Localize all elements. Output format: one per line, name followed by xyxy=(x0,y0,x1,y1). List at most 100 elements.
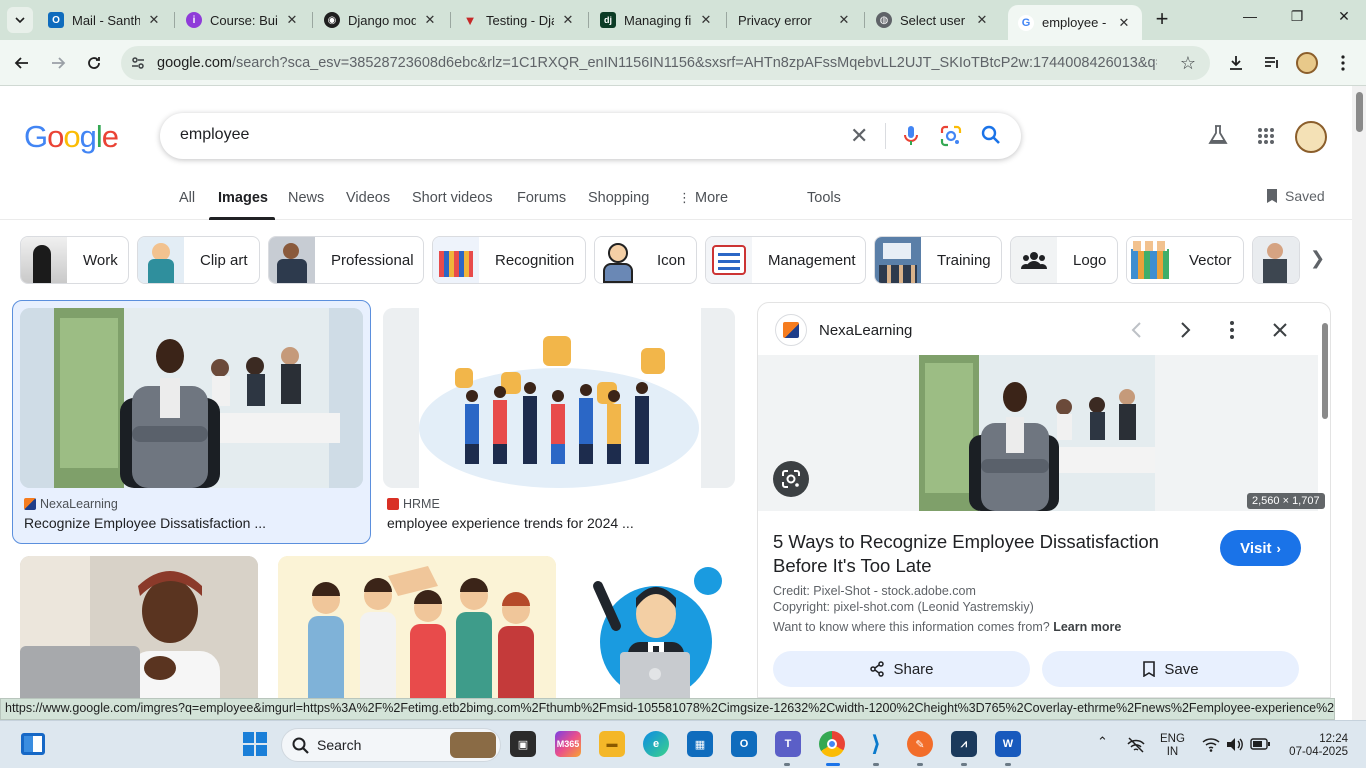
result-title[interactable]: Recognize Employee Dissatisfaction ... xyxy=(24,515,266,531)
visit-button[interactable]: Visit › xyxy=(1220,530,1301,566)
bookmark-star-icon[interactable]: ☆ xyxy=(1180,53,1196,74)
tab-tools[interactable]: Tools xyxy=(807,190,841,206)
tab-course[interactable]: i Course: Build ✕ xyxy=(176,6,310,34)
chip-professional[interactable]: Professional xyxy=(268,236,424,284)
chevron-right-icon[interactable]: ❯ xyxy=(1310,248,1325,269)
result-title[interactable]: employee experience trends for 2024 ... xyxy=(387,515,634,531)
more-options-icon[interactable] xyxy=(1230,321,1234,339)
search-inside-image-button[interactable] xyxy=(773,461,809,497)
panel-source-name[interactable]: NexaLearning xyxy=(819,322,912,339)
profile-avatar[interactable] xyxy=(1293,49,1321,77)
tab-mail[interactable]: O Mail - Santh ✕ xyxy=(38,6,172,34)
battery-icon[interactable] xyxy=(1250,738,1270,750)
search-input[interactable]: employee xyxy=(180,126,249,144)
store-app[interactable]: ▦ xyxy=(687,731,713,757)
result-image[interactable] xyxy=(383,308,735,488)
media-control-button[interactable] xyxy=(1258,49,1286,77)
tab-django-models[interactable]: ◉ Django mod ✕ xyxy=(314,6,448,34)
address-bar[interactable]: google.com/search?sca_esv=38528723608d6e… xyxy=(121,46,1210,80)
clock[interactable]: 12:24 07-04-2025 xyxy=(1284,733,1348,759)
tab-images[interactable]: Images xyxy=(218,190,268,206)
result-image[interactable] xyxy=(20,308,363,488)
tab-select-user[interactable]: ◍ Select user t ✕ xyxy=(866,6,1000,34)
tab-videos[interactable]: Videos xyxy=(346,190,390,206)
saved-link[interactable]: Saved xyxy=(1265,188,1325,204)
chevron-right-icon[interactable] xyxy=(1178,321,1192,339)
close-icon[interactable]: ✕ xyxy=(1116,15,1132,31)
postman-app[interactable]: ✎ xyxy=(907,731,933,757)
chip-clip-art[interactable]: Clip art xyxy=(137,236,260,284)
tray-overflow-icon[interactable]: ⌃ xyxy=(1097,735,1108,748)
share-button[interactable]: Share xyxy=(773,651,1030,687)
back-button[interactable] xyxy=(8,49,36,77)
labs-flask-icon[interactable] xyxy=(1208,124,1228,146)
close-icon[interactable] xyxy=(1272,322,1288,338)
chip-work[interactable]: Work xyxy=(20,236,129,284)
taskbar-search[interactable]: Search xyxy=(281,728,501,762)
wifi-icon[interactable] xyxy=(1202,737,1220,752)
network-off-icon[interactable] xyxy=(1126,736,1146,754)
learn-more-link[interactable]: Learn more xyxy=(1053,620,1121,634)
tab-short-videos[interactable]: Short videos xyxy=(412,190,493,206)
microsoft-365-app[interactable]: M365 xyxy=(555,731,581,757)
apps-grid-icon[interactable] xyxy=(1257,127,1275,145)
chip-training[interactable]: Training xyxy=(874,236,1002,284)
tab-testing[interactable]: ▼ Testing - Dja ✕ xyxy=(452,6,586,34)
language-indicator[interactable]: ENG IN xyxy=(1160,733,1185,759)
close-icon[interactable]: ✕ xyxy=(974,12,990,28)
close-icon[interactable]: ✕ xyxy=(284,12,300,28)
tab-all[interactable]: All xyxy=(179,190,195,206)
preview-image[interactable] xyxy=(919,355,1155,511)
volume-icon[interactable] xyxy=(1226,737,1244,752)
reload-button[interactable] xyxy=(80,49,108,77)
forward-button[interactable] xyxy=(44,49,72,77)
remote-app[interactable]: ⩘ xyxy=(951,731,977,757)
result-image[interactable] xyxy=(576,556,736,698)
teams-app[interactable]: T xyxy=(775,731,801,757)
file-explorer-app[interactable]: ▬ xyxy=(599,731,625,757)
site-info-icon[interactable] xyxy=(130,55,146,71)
browser-menu-button[interactable] xyxy=(1329,49,1357,77)
panel-title[interactable]: 5 Ways to Recognize Employee Dissatisfac… xyxy=(773,530,1203,578)
close-icon[interactable]: ✕ xyxy=(836,12,852,28)
google-logo[interactable]: Google xyxy=(24,119,119,155)
window-close-button[interactable]: ✕ xyxy=(1332,8,1356,32)
microphone-icon[interactable] xyxy=(902,125,920,147)
chip-vector[interactable]: Vector xyxy=(1126,236,1244,284)
close-icon[interactable]: ✕ xyxy=(146,12,162,28)
chip-icon[interactable]: Icon xyxy=(594,236,697,284)
scrollbar-thumb[interactable] xyxy=(1356,92,1363,132)
restore-button[interactable]: ❐ xyxy=(1285,8,1309,32)
search-box[interactable]: employee ✕ xyxy=(160,113,1021,159)
chip-recognition[interactable]: Recognition xyxy=(432,236,586,284)
close-icon[interactable]: ✕ xyxy=(698,12,714,28)
close-icon[interactable]: ✕ xyxy=(560,12,576,28)
tab-news[interactable]: News xyxy=(288,190,324,206)
account-avatar[interactable] xyxy=(1295,121,1327,153)
page-scrollbar[interactable] xyxy=(1352,86,1366,720)
save-button[interactable]: Save xyxy=(1042,651,1299,687)
vscode-app[interactable]: ⟩ xyxy=(863,731,889,757)
tab-employee-google[interactable]: G employee - G ✕ xyxy=(1008,5,1142,40)
chip-more[interactable] xyxy=(1252,236,1300,284)
result-image[interactable] xyxy=(20,556,258,698)
widgets-button[interactable] xyxy=(20,731,46,757)
close-icon[interactable]: ✕ xyxy=(422,12,438,28)
tab-shopping[interactable]: Shopping xyxy=(588,190,649,206)
downloads-button[interactable] xyxy=(1222,49,1250,77)
outlook-app[interactable]: O xyxy=(731,731,757,757)
chip-management[interactable]: Management xyxy=(705,236,866,284)
tab-more[interactable]: ⋮ More xyxy=(678,190,728,206)
panel-scrollbar[interactable] xyxy=(1321,309,1329,695)
result-image[interactable] xyxy=(278,556,556,698)
task-view-button[interactable]: ▣ xyxy=(510,731,536,757)
chrome-app[interactable] xyxy=(819,731,845,757)
clear-search-icon[interactable]: ✕ xyxy=(850,123,868,149)
search-icon[interactable] xyxy=(981,125,1001,145)
new-tab-button[interactable]: + xyxy=(1150,8,1174,32)
tab-forums[interactable]: Forums xyxy=(517,190,566,206)
chevron-left-icon[interactable] xyxy=(1130,321,1144,339)
start-button[interactable] xyxy=(242,731,268,757)
tab-managing-files[interactable]: dj Managing fil ✕ xyxy=(590,6,724,34)
minimize-button[interactable]: — xyxy=(1238,8,1262,32)
